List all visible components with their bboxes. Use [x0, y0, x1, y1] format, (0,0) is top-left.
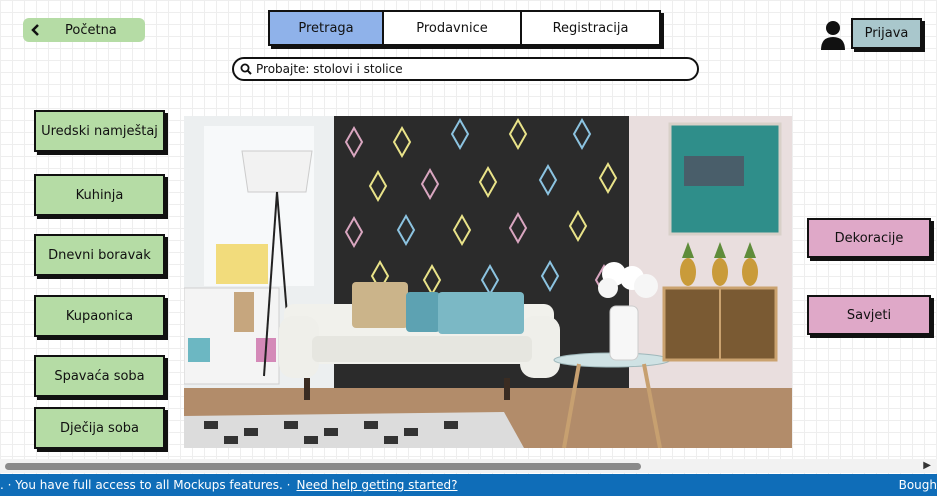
category-kupaonica[interactable]: Kupaonica: [34, 295, 165, 337]
category-djecija-soba[interactable]: Dječija soba: [34, 407, 165, 449]
tab-registracija[interactable]: Registracija: [522, 12, 659, 44]
main-tabs: Pretraga Prodavnice Registracija: [268, 10, 661, 46]
status-right-text: Bough: [898, 478, 937, 492]
status-message: . · You have full access to all Mockups …: [0, 478, 291, 492]
search-placeholder: Probajte: stolovi i stolice: [256, 62, 403, 76]
scroll-right-icon[interactable]: ▶: [923, 460, 931, 471]
home-button[interactable]: Početna: [23, 18, 145, 42]
category-uredski-namjestaj[interactable]: Uredski namještaj: [34, 110, 165, 152]
tab-prodavnice[interactable]: Prodavnice: [384, 12, 522, 44]
category-dnevni-boravak[interactable]: Dnevni boravak: [34, 234, 165, 276]
link-dekoracije[interactable]: Dekoracije: [807, 218, 931, 258]
horizontal-scrollbar[interactable]: ▶: [0, 459, 937, 473]
chevron-left-icon: [31, 24, 39, 36]
category-kuhinja[interactable]: Kuhinja: [34, 174, 165, 216]
tab-pretraga[interactable]: Pretraga: [270, 12, 384, 44]
search-icon: [240, 63, 252, 75]
home-button-label: Početna: [65, 22, 117, 38]
search-input[interactable]: Probajte: stolovi i stolice: [232, 57, 699, 81]
user-icon: [821, 21, 845, 50]
hero-image: [184, 116, 792, 448]
link-savjeti[interactable]: Savjeti: [807, 295, 931, 335]
help-link[interactable]: Need help getting started?: [296, 478, 457, 492]
scrollbar-thumb[interactable]: [5, 463, 641, 470]
status-bar: . · You have full access to all Mockups …: [0, 474, 937, 496]
login-button[interactable]: Prijava: [851, 18, 922, 49]
category-spavaca-soba[interactable]: Spavaća soba: [34, 355, 165, 397]
